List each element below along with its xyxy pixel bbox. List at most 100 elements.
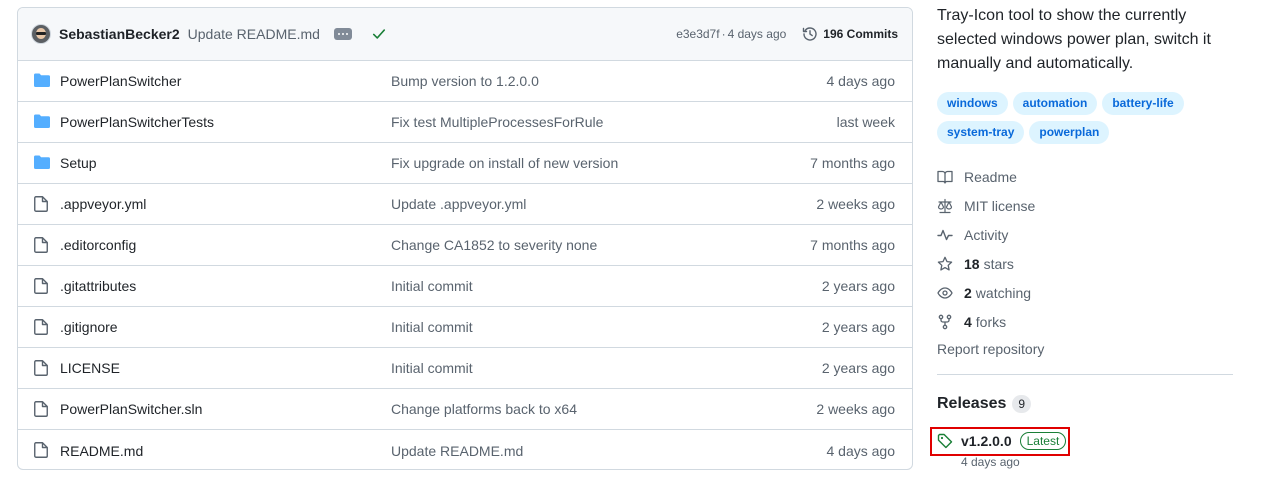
file-table: SebastianBecker2 Update README.md e3e3d7… — [17, 7, 913, 470]
sidebar-divider — [937, 374, 1233, 375]
topic-tag[interactable]: system-tray — [937, 121, 1025, 144]
release-date: 4 days ago — [961, 455, 1020, 469]
file-name-link[interactable]: PowerPlanSwitcherTests — [60, 114, 214, 130]
file-icon — [34, 442, 52, 458]
file-row[interactable]: .gitattributes Initial commit 2 years ag… — [18, 266, 912, 307]
pulse-icon — [937, 227, 953, 243]
latest-release-link[interactable]: v1.2.0.0 Latest — [937, 432, 1067, 450]
file-name-link[interactable]: README.md — [60, 443, 143, 459]
releases-count-badge: 9 — [1012, 395, 1032, 413]
file-row[interactable]: PowerPlanSwitcher.sln Change platforms b… — [18, 389, 912, 430]
latest-badge: Latest — [1019, 432, 1067, 450]
repo-meta-list: Readme MIT license Activity 18 stars 2 w… — [937, 162, 1233, 336]
history-icon — [802, 26, 818, 42]
commit-author-link[interactable]: SebastianBecker2 — [59, 26, 180, 42]
readme-link[interactable]: Readme — [937, 162, 1233, 191]
activity-label: Activity — [964, 226, 1009, 243]
file-icon — [34, 319, 52, 335]
releases-title-link[interactable]: Releases — [937, 395, 1006, 413]
releases-header: Releases 9 — [937, 395, 1233, 413]
file-age: 4 days ago — [826, 73, 896, 89]
file-name-link[interactable]: PowerPlanSwitcher.sln — [60, 401, 202, 417]
expand-commit-button[interactable] — [333, 28, 352, 40]
file-commit-link[interactable]: Change platforms back to x64 — [391, 401, 577, 417]
file-name-link[interactable]: .editorconfig — [60, 237, 136, 253]
stars-label: stars — [983, 255, 1014, 272]
file-age: 4 days ago — [826, 442, 896, 459]
file-row[interactable]: PowerPlanSwitcher Bump version to 1.2.0.… — [18, 61, 912, 102]
file-name-link[interactable]: Setup — [60, 155, 97, 171]
topics-list: windows automation battery-life system-t… — [937, 92, 1227, 144]
file-name-link[interactable]: .gitignore — [60, 319, 118, 335]
file-row[interactable]: LICENSE Initial commit 2 years ago — [18, 348, 912, 389]
topic-tag[interactable]: battery-life — [1102, 92, 1184, 115]
file-commit-link[interactable]: Update README.md — [391, 443, 523, 459]
file-age: 2 years ago — [821, 319, 895, 335]
file-commit-link[interactable]: Initial commit — [391, 319, 473, 335]
file-row[interactable]: .editorconfig Change CA1852 to severity … — [18, 225, 912, 266]
folder-icon — [34, 155, 52, 171]
forks-count: 4 — [964, 313, 972, 330]
file-row[interactable]: Setup Fix upgrade on install of new vers… — [18, 143, 912, 184]
folder-icon — [34, 114, 52, 130]
commit-message-link[interactable]: Update README.md — [188, 26, 320, 42]
watching-count: 2 — [964, 284, 972, 301]
file-age: 2 weeks ago — [816, 401, 895, 417]
file-name-link[interactable]: .appveyor.yml — [60, 196, 146, 212]
file-row[interactable]: .gitignore Initial commit 2 years ago — [18, 307, 912, 348]
commit-separator: · — [721, 27, 726, 41]
file-icon — [34, 237, 52, 253]
report-repository-link[interactable]: Report repository — [937, 341, 1233, 357]
file-commit-link[interactable]: Change CA1852 to severity none — [391, 237, 597, 253]
activity-link[interactable]: Activity — [937, 220, 1233, 249]
license-label: MIT license — [964, 197, 1036, 214]
avatar[interactable] — [31, 24, 51, 44]
check-icon[interactable] — [372, 27, 386, 41]
file-commit-link[interactable]: Initial commit — [391, 278, 473, 294]
file-commit-link[interactable]: Update .appveyor.yml — [391, 196, 526, 212]
forks-link[interactable]: 4 forks — [937, 307, 1233, 336]
readme-label: Readme — [964, 168, 1017, 185]
file-icon — [34, 401, 52, 417]
file-commit-link[interactable]: Fix upgrade on install of new version — [391, 155, 618, 171]
fork-icon — [937, 314, 953, 330]
repo-description: Tray-Icon tool to show the currently sel… — [937, 7, 1211, 72]
topic-tag[interactable]: powerplan — [1029, 121, 1110, 144]
file-age: 7 months ago — [810, 155, 895, 171]
topic-tag[interactable]: automation — [1012, 92, 1098, 115]
file-age: 7 months ago — [810, 237, 895, 253]
about-sidebar: Tray-Icon tool to show the currently sel… — [930, 0, 1233, 469]
file-commit-link[interactable]: Bump version to 1.2.0.0 — [391, 73, 539, 89]
file-icon — [34, 196, 52, 212]
file-row[interactable]: .appveyor.yml Update .appveyor.yml 2 wee… — [18, 184, 912, 225]
file-list: PowerPlanSwitcher Bump version to 1.2.0.… — [18, 61, 912, 469]
stars-count: 18 — [964, 255, 980, 272]
license-link[interactable]: MIT license — [937, 191, 1233, 220]
law-scale-icon — [937, 198, 953, 214]
star-icon — [937, 256, 953, 272]
commits-history-link[interactable]: 196 Commits — [802, 26, 898, 42]
file-name-link[interactable]: PowerPlanSwitcher — [60, 73, 181, 89]
eye-icon — [937, 285, 953, 301]
file-age: 2 weeks ago — [816, 196, 895, 212]
file-icon — [34, 278, 52, 294]
file-name-link[interactable]: LICENSE — [60, 360, 120, 376]
file-row[interactable]: README.md Update README.md 4 days ago — [18, 430, 912, 469]
stars-link[interactable]: 18 stars — [937, 249, 1233, 278]
file-commit-link[interactable]: Initial commit — [391, 360, 473, 376]
watchers-link[interactable]: 2 watching — [937, 278, 1233, 307]
watching-label: watching — [975, 284, 1032, 301]
file-age: last week — [836, 114, 895, 130]
book-icon — [937, 169, 953, 185]
tag-icon — [937, 433, 953, 449]
forks-label: forks — [975, 313, 1007, 330]
commit-hash-link[interactable]: e3e3d7f — [676, 27, 719, 41]
file-age: 2 years ago — [821, 278, 895, 294]
commit-age: 4 days ago — [727, 27, 787, 41]
latest-commit-bar: SebastianBecker2 Update README.md e3e3d7… — [18, 8, 912, 61]
folder-icon — [34, 73, 52, 89]
file-commit-link[interactable]: Fix test MultipleProcessesForRule — [391, 114, 603, 130]
topic-tag[interactable]: windows — [937, 92, 1008, 115]
file-name-link[interactable]: .gitattributes — [60, 278, 136, 294]
file-row[interactable]: PowerPlanSwitcherTests Fix test Multiple… — [18, 102, 912, 143]
